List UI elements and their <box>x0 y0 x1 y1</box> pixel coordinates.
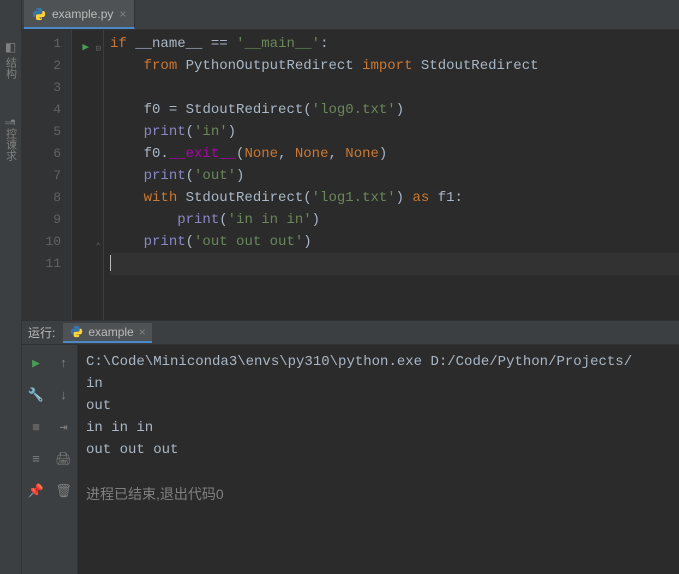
run-toolbar-primary: ▶ 🔧 ■ ≡ 📌 <box>22 345 50 574</box>
code-line[interactable]: if __name__ == '__main__': <box>110 33 679 55</box>
console-line: in <box>86 373 671 395</box>
code-line[interactable] <box>110 77 679 99</box>
console-line: C:\Code\Miniconda3\envs\py310\python.exe… <box>86 351 671 373</box>
structure-icon: ◧ <box>4 40 18 54</box>
code-line[interactable]: f0 = StdoutRedirect('log0.txt') <box>110 99 679 121</box>
line-number[interactable]: 5 <box>22 121 71 143</box>
code-line[interactable]: print('in') <box>110 121 679 143</box>
run-line-icon[interactable]: ▶ <box>82 37 89 59</box>
run-tab-name: example <box>88 325 133 339</box>
left-tool-strip: ◧ 结构 ¶ 控谏求 <box>0 0 22 574</box>
fold-end-icon: ⌃ <box>96 236 101 258</box>
close-run-tab-icon[interactable]: × <box>139 325 146 339</box>
console-line: 进程已结束,退出代码0 <box>86 483 671 505</box>
run-body: ▶ 🔧 ■ ≡ 📌 ↑ ↓ ⇥ 🖨 🗑 C:\Code\Miniconda3\e… <box>22 345 679 574</box>
tool-requests[interactable]: ¶ 控谏求 <box>3 119 19 161</box>
line-number[interactable]: 6 <box>22 143 71 165</box>
console-line: out <box>86 395 671 417</box>
editor-tab-bar: example.py × <box>22 0 679 30</box>
console-line: in in in <box>86 417 671 439</box>
line-number[interactable]: 9 <box>22 209 71 231</box>
line-number[interactable]: 8 <box>22 187 71 209</box>
run-title: 运行: <box>28 324 55 341</box>
code-line[interactable]: print('in in in') <box>110 209 679 231</box>
line-number[interactable]: 7 <box>22 165 71 187</box>
run-console[interactable]: C:\Code\Miniconda3\envs\py310\python.exe… <box>78 345 679 574</box>
up-icon[interactable]: ↑ <box>54 353 74 373</box>
settings-icon[interactable]: 🔧 <box>26 385 46 405</box>
fold-icon[interactable]: ⊟ <box>96 38 101 60</box>
code-line[interactable] <box>110 253 679 275</box>
line-number[interactable]: 4 <box>22 99 71 121</box>
line-number[interactable]: 10⌃ <box>22 231 71 253</box>
code-line[interactable]: with StdoutRedirect('log1.txt') as f1: <box>110 187 679 209</box>
close-tab-icon[interactable]: × <box>119 7 126 21</box>
tab-filename: example.py <box>52 7 113 21</box>
code-line[interactable]: from PythonOutputRedirect import StdoutR… <box>110 55 679 77</box>
python-run-icon <box>69 325 83 339</box>
editor-tab-example[interactable]: example.py × <box>24 0 135 29</box>
layout-icon[interactable]: ≡ <box>26 449 46 469</box>
tool-structure[interactable]: ◧ 结构 <box>3 40 19 79</box>
wrap-icon[interactable]: ⇥ <box>54 417 74 437</box>
code-line[interactable]: f0.__exit__(None, None, None) <box>110 143 679 165</box>
line-number[interactable]: 11 <box>22 253 71 275</box>
line-number[interactable]: 3 <box>22 77 71 99</box>
rerun-button[interactable]: ▶ <box>26 353 46 373</box>
run-tab[interactable]: example × <box>63 323 151 343</box>
code-margin <box>72 30 104 320</box>
stop-button[interactable]: ■ <box>26 417 46 437</box>
console-line <box>86 461 671 483</box>
print-icon[interactable]: 🖨 <box>54 449 74 469</box>
pin-icon[interactable]: 📌 <box>26 481 46 501</box>
run-toolbar-secondary: ↑ ↓ ⇥ 🖨 🗑 <box>50 345 78 574</box>
code-editor[interactable]: if __name__ == '__main__': from PythonOu… <box>104 30 679 320</box>
line-number[interactable]: 1▶⊟ <box>22 33 71 55</box>
main-column: example.py × 1▶⊟2345678910⌃11 if __name_… <box>22 0 679 574</box>
text-cursor <box>110 255 111 271</box>
python-file-icon <box>32 7 46 21</box>
run-panel: 运行: example × ▶ 🔧 ■ ≡ 📌 ↑ ↓ ⇥ 🖨 <box>22 320 679 574</box>
code-line[interactable]: print('out out out') <box>110 231 679 253</box>
console-line: out out out <box>86 439 671 461</box>
down-icon[interactable]: ↓ <box>54 385 74 405</box>
editor-area[interactable]: 1▶⊟2345678910⌃11 if __name__ == '__main_… <box>22 30 679 320</box>
run-header: 运行: example × <box>22 321 679 345</box>
requests-icon: ¶ <box>4 119 18 125</box>
trash-icon[interactable]: 🗑 <box>54 481 74 501</box>
gutter[interactable]: 1▶⊟2345678910⌃11 <box>22 30 72 320</box>
line-number[interactable]: 2 <box>22 55 71 77</box>
code-line[interactable]: print('out') <box>110 165 679 187</box>
